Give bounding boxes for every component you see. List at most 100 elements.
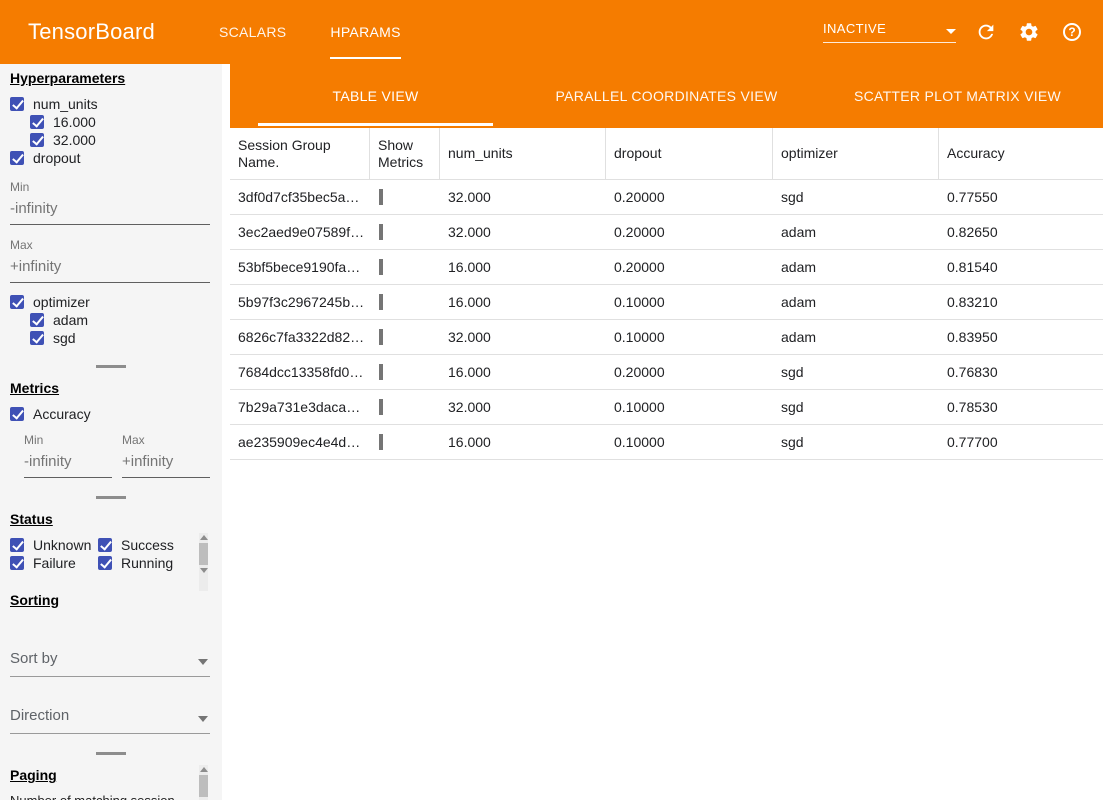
metric-accuracy[interactable]: Accuracy bbox=[10, 405, 212, 423]
checkbox-checked-icon[interactable] bbox=[10, 97, 24, 111]
hparam-dropout[interactable]: dropout bbox=[10, 149, 212, 167]
scrollbar-thumb[interactable] bbox=[199, 543, 208, 565]
scroll-up-icon[interactable] bbox=[200, 767, 208, 772]
hparam-value-label: 32.000 bbox=[53, 132, 96, 148]
table-row: 5b97f3c2967245b… 16.000 0.10000 adam 0.8… bbox=[230, 285, 1103, 320]
metric-min-input[interactable] bbox=[24, 449, 112, 478]
reload-status-value: INACTIVE bbox=[823, 21, 886, 36]
num-units-cell: 16.000 bbox=[440, 259, 606, 275]
checkbox-checked-icon[interactable] bbox=[10, 538, 24, 552]
tab-table-view[interactable]: TABLE VIEW bbox=[230, 64, 521, 128]
tab-scalars[interactable]: SCALARS bbox=[197, 0, 308, 64]
table-row: 3df0d7cf35bec5a… 32.000 0.20000 sgd 0.77… bbox=[230, 180, 1103, 215]
app-title: TensorBoard bbox=[0, 0, 197, 64]
refresh-icon bbox=[975, 21, 997, 43]
show-metrics-checkbox[interactable] bbox=[379, 364, 383, 380]
caret-down-icon bbox=[198, 716, 208, 722]
show-metrics-checkbox[interactable] bbox=[379, 294, 383, 310]
help-button[interactable]: ? bbox=[1059, 19, 1085, 45]
refresh-button[interactable] bbox=[973, 19, 999, 45]
checkbox-checked-icon[interactable] bbox=[98, 556, 112, 570]
hparam-value-32[interactable]: 32.000 bbox=[10, 131, 212, 149]
table-row: 7b29a731e3daca… 32.000 0.10000 sgd 0.785… bbox=[230, 390, 1103, 425]
dropout-cell: 0.10000 bbox=[606, 294, 773, 310]
section-resize-handle[interactable] bbox=[96, 365, 126, 368]
dropout-cell: 0.20000 bbox=[606, 224, 773, 240]
section-resize-handle[interactable] bbox=[96, 752, 126, 755]
accuracy-cell: 0.83950 bbox=[939, 329, 1103, 345]
hparam-optimizer[interactable]: optimizer bbox=[10, 293, 212, 311]
checkbox-checked-icon[interactable] bbox=[30, 133, 44, 147]
session-group-name: 7b29a731e3daca… bbox=[230, 399, 370, 415]
hparam-value-16[interactable]: 16.000 bbox=[10, 113, 212, 131]
show-metrics-cell bbox=[370, 329, 440, 345]
accuracy-cell: 0.76830 bbox=[939, 364, 1103, 380]
show-metrics-checkbox[interactable] bbox=[379, 189, 383, 205]
section-resize-handle[interactable] bbox=[96, 496, 126, 499]
settings-button[interactable] bbox=[1016, 19, 1042, 45]
scroll-down-icon[interactable] bbox=[200, 568, 208, 573]
caret-down-icon bbox=[198, 659, 208, 665]
show-metrics-checkbox[interactable] bbox=[379, 224, 383, 240]
optimizer-cell: adam bbox=[773, 329, 939, 345]
scrollbar-thumb[interactable] bbox=[199, 775, 208, 797]
paging-heading: Paging bbox=[10, 767, 212, 783]
table-row: 7684dcc13358fd0… 16.000 0.20000 sgd 0.76… bbox=[230, 355, 1103, 390]
table-row: 3ec2aed9e07589f… 32.000 0.20000 adam 0.8… bbox=[230, 215, 1103, 250]
metric-max-input[interactable] bbox=[122, 449, 210, 478]
hparam-value-adam[interactable]: adam bbox=[10, 311, 212, 329]
status-success[interactable]: Success bbox=[98, 536, 198, 554]
accuracy-cell: 0.81540 bbox=[939, 259, 1103, 275]
status-scrollbar[interactable] bbox=[199, 533, 208, 591]
tab-scatter-plot-matrix-view[interactable]: SCATTER PLOT MATRIX VIEW bbox=[812, 64, 1103, 128]
tab-hparams[interactable]: HPARAMS bbox=[308, 0, 422, 64]
dropout-max-input[interactable] bbox=[10, 254, 210, 283]
checkbox-checked-icon[interactable] bbox=[30, 115, 44, 129]
show-metrics-checkbox[interactable] bbox=[379, 329, 383, 345]
status-running[interactable]: Running bbox=[98, 554, 198, 572]
show-metrics-checkbox[interactable] bbox=[379, 434, 383, 450]
tab-parallel-coordinates-view[interactable]: PARALLEL COORDINATES VIEW bbox=[521, 64, 812, 128]
show-metrics-cell bbox=[370, 434, 440, 450]
content-area: Hyperparameters num_units 16.000 32.000 … bbox=[0, 64, 1103, 800]
num-units-cell: 16.000 bbox=[440, 434, 606, 450]
direction-select[interactable]: Direction bbox=[10, 701, 210, 734]
session-group-name: 3ec2aed9e07589f… bbox=[230, 224, 370, 240]
hparam-num-units[interactable]: num_units bbox=[10, 95, 212, 113]
session-group-name: 5b97f3c2967245b… bbox=[230, 294, 370, 310]
hparam-value-sgd[interactable]: sgd bbox=[10, 329, 212, 347]
checkbox-checked-icon[interactable] bbox=[10, 151, 24, 165]
paging-section: Paging Number of matching session groups… bbox=[10, 767, 212, 800]
checkbox-checked-icon[interactable] bbox=[30, 313, 44, 327]
show-metrics-cell bbox=[370, 399, 440, 415]
session-group-name: 6826c7fa3322d82… bbox=[230, 329, 370, 345]
session-group-table: Session Group Name. Show Metrics num_uni… bbox=[230, 128, 1103, 800]
accuracy-cell: 0.82650 bbox=[939, 224, 1103, 240]
header-show-metrics: Show Metrics bbox=[370, 128, 440, 179]
hparams-main: TABLE VIEW PARALLEL COORDINATES VIEW SCA… bbox=[230, 64, 1103, 800]
show-metrics-checkbox[interactable] bbox=[379, 259, 383, 275]
reload-status-select[interactable]: INACTIVE bbox=[823, 21, 956, 43]
caret-down-icon bbox=[946, 29, 956, 34]
checkbox-checked-icon[interactable] bbox=[10, 556, 24, 570]
paging-scrollbar[interactable] bbox=[199, 765, 208, 800]
session-group-name: 3df0d7cf35bec5a… bbox=[230, 189, 370, 205]
checkbox-checked-icon[interactable] bbox=[30, 331, 44, 345]
checkbox-checked-icon[interactable] bbox=[98, 538, 112, 552]
hparam-label: optimizer bbox=[33, 294, 90, 310]
hparam-value-label: 16.000 bbox=[53, 114, 96, 130]
show-metrics-checkbox[interactable] bbox=[379, 399, 383, 415]
optimizer-cell: adam bbox=[773, 224, 939, 240]
status-unknown[interactable]: Unknown bbox=[10, 536, 98, 554]
dropout-min-input[interactable] bbox=[10, 196, 210, 225]
scroll-up-icon[interactable] bbox=[200, 535, 208, 540]
checkbox-checked-icon[interactable] bbox=[10, 295, 24, 309]
optimizer-cell: sgd bbox=[773, 434, 939, 450]
checkbox-checked-icon[interactable] bbox=[10, 407, 24, 421]
optimizer-cell: sgd bbox=[773, 364, 939, 380]
status-failure[interactable]: Failure bbox=[10, 554, 98, 572]
sort-by-select[interactable]: Sort by bbox=[10, 644, 210, 677]
dropout-cell: 0.10000 bbox=[606, 399, 773, 415]
header-accuracy: Accuracy bbox=[939, 128, 1103, 179]
status-label: Unknown bbox=[33, 537, 91, 553]
